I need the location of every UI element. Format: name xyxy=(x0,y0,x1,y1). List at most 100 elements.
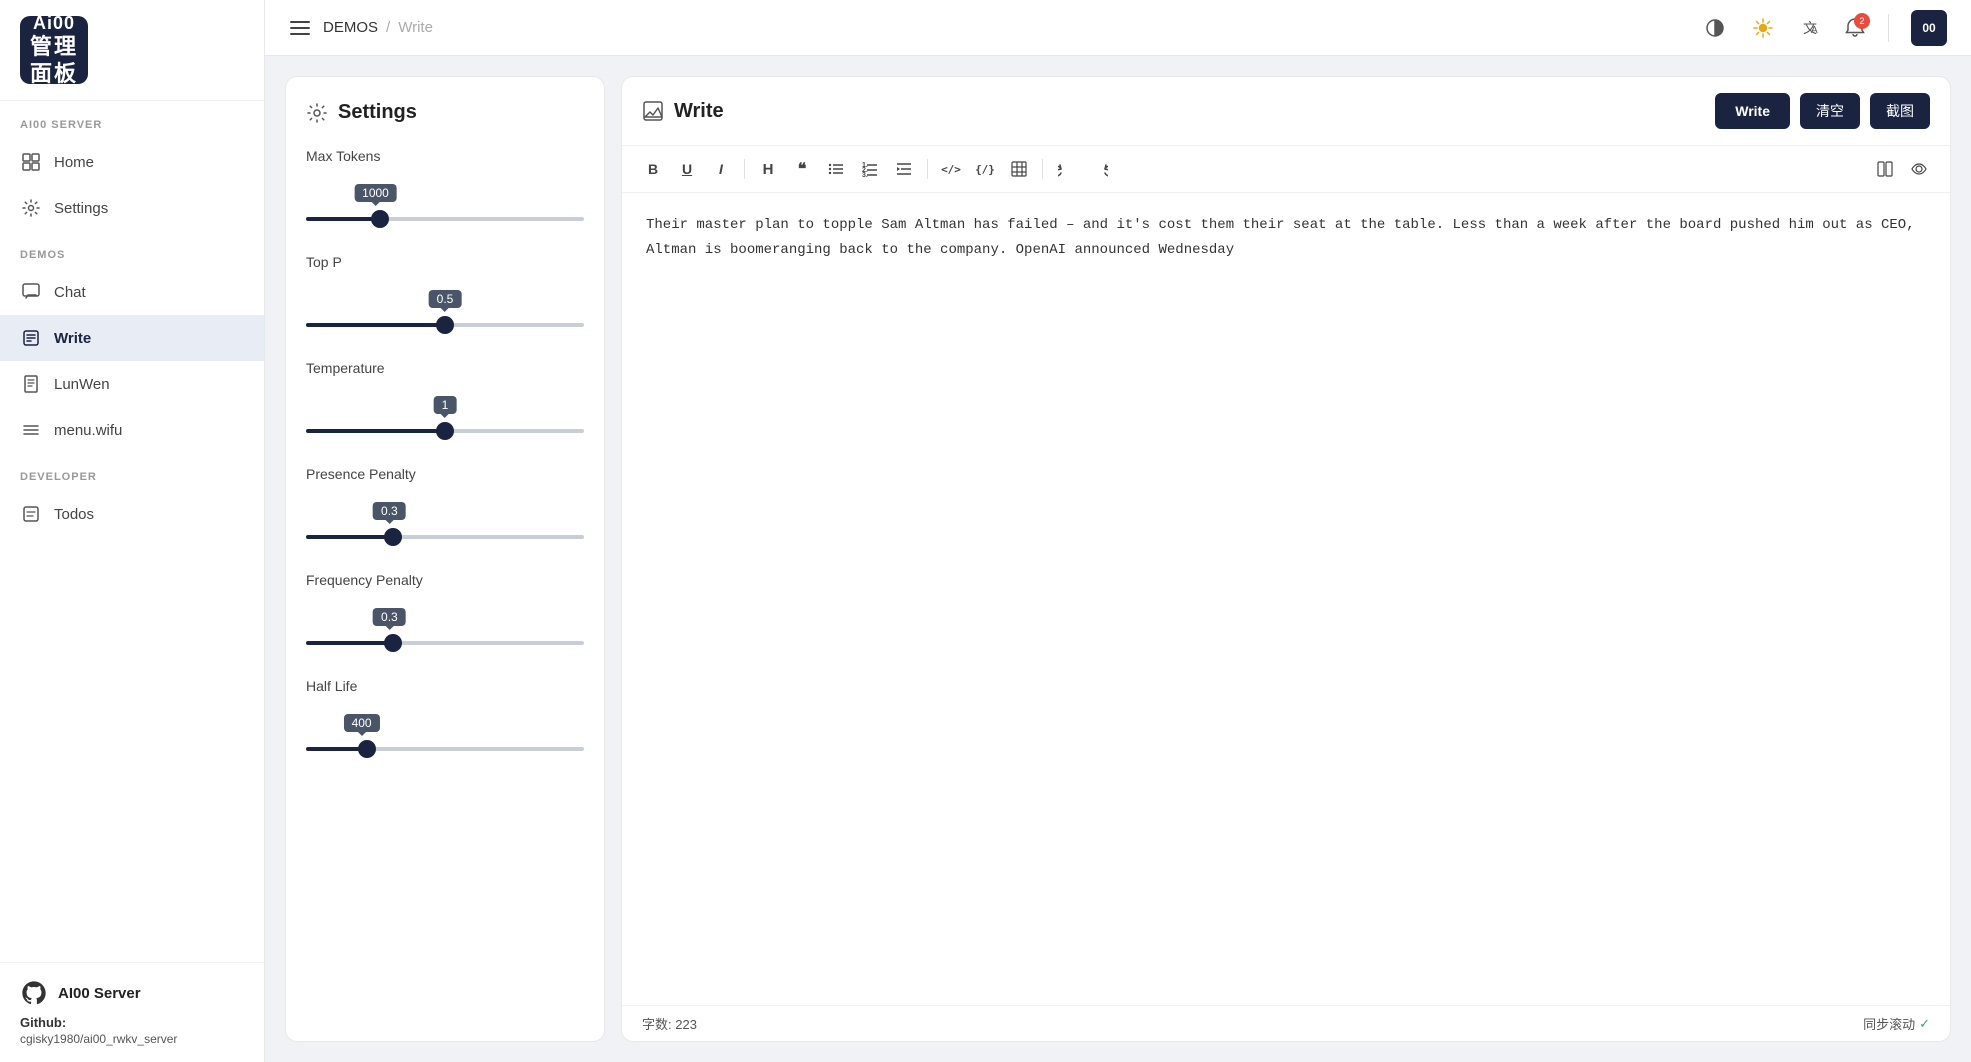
sidebar-item-lunwen[interactable]: LunWen xyxy=(0,361,264,407)
write-panel-actions: Write 清空 截图 xyxy=(1715,93,1930,129)
sidebar-item-write-label: Write xyxy=(54,330,91,347)
clear-button[interactable]: 清空 xyxy=(1800,93,1860,129)
heading-button[interactable]: H xyxy=(753,154,783,184)
contrast-icon-button[interactable] xyxy=(1700,13,1730,43)
breadcrumb-current: Write xyxy=(398,19,433,36)
view-split-button[interactable] xyxy=(1870,154,1900,184)
doc-icon xyxy=(20,373,42,395)
word-count-value: 223 xyxy=(675,1017,697,1032)
grid-icon xyxy=(20,151,42,173)
presence-penalty-bubble: 0.3 xyxy=(373,502,406,520)
sidebar-item-settings-label: Settings xyxy=(54,200,108,217)
translate-icon-button[interactable]: 文 A xyxy=(1796,13,1826,43)
sidebar-item-home-label: Home xyxy=(54,154,94,171)
logo-line2: 管理面板 xyxy=(20,34,88,87)
inline-code-button[interactable]: {/} xyxy=(970,154,1000,184)
redo-button[interactable] xyxy=(1085,154,1115,184)
word-count: 字数: 223 xyxy=(642,1014,697,1033)
sidebar-item-todos[interactable]: Todos xyxy=(0,491,264,537)
sidebar: Ai00 管理面板 AI00 SERVER Home Settings DEMO… xyxy=(0,0,265,1062)
sidebar-item-lunwen-label: LunWen xyxy=(54,376,110,393)
word-count-label: 字数: xyxy=(642,1017,672,1032)
quote-button[interactable]: ❝ xyxy=(787,154,817,184)
write-panel-title: Write xyxy=(674,100,724,123)
breadcrumb: DEMOS / Write xyxy=(323,19,1688,36)
half-life-bubble: 400 xyxy=(344,714,380,732)
half-life-group: Half Life 400 xyxy=(306,678,584,756)
half-life-container: 400 xyxy=(306,714,584,756)
avatar-button[interactable]: 00 xyxy=(1911,10,1947,46)
main-area: DEMOS / Write xyxy=(265,0,1971,1062)
half-life-slider[interactable] xyxy=(306,747,584,751)
frequency-penalty-slider[interactable] xyxy=(306,641,584,645)
sidebar-item-todos-label: Todos xyxy=(54,506,94,523)
notification-count: 2 xyxy=(1854,13,1870,29)
code-block-button[interactable]: </> xyxy=(936,154,966,184)
settings-gear-icon xyxy=(306,102,328,124)
github-icon xyxy=(20,979,48,1007)
view-preview-button[interactable] xyxy=(1904,154,1934,184)
write-panel-header: Write Write 清空 截图 xyxy=(622,77,1950,146)
svg-text:A: A xyxy=(1811,25,1818,36)
logo-line1: Ai00 xyxy=(33,13,75,35)
github-server-title: AI00 Server xyxy=(58,985,141,1002)
brightness-icon-button[interactable] xyxy=(1748,13,1778,43)
indent-button[interactable] xyxy=(889,154,919,184)
italic-button[interactable]: I xyxy=(706,154,736,184)
sidebar-item-menu-wifu-label: menu.wifu xyxy=(54,422,122,439)
settings-panel: Settings Max Tokens 1000 Top P 0.5 xyxy=(285,76,605,1042)
max-tokens-group: Max Tokens 1000 xyxy=(306,148,584,226)
breadcrumb-link[interactable]: DEMOS xyxy=(323,19,378,36)
toolbar-sep-2 xyxy=(927,159,928,179)
screenshot-button[interactable]: 截图 xyxy=(1870,93,1930,129)
bullet-list-button[interactable] xyxy=(821,154,851,184)
max-tokens-label: Max Tokens xyxy=(306,148,584,164)
top-p-slider[interactable] xyxy=(306,323,584,327)
write-panel-footer: 字数: 223 同步滚动 ✓ xyxy=(622,1005,1950,1041)
todo-icon xyxy=(20,503,42,525)
sidebar-item-settings[interactable]: Settings xyxy=(0,185,264,231)
menu-icon xyxy=(20,419,42,441)
settings-panel-header: Settings xyxy=(306,101,584,124)
topbar: DEMOS / Write xyxy=(265,0,1971,56)
section-label-developer: DEVELOPER xyxy=(0,453,264,491)
sidebar-item-chat[interactable]: Chat xyxy=(0,269,264,315)
write-icon xyxy=(20,327,42,349)
presence-penalty-group: Presence Penalty 0.3 xyxy=(306,466,584,544)
toolbar-sep-3 xyxy=(1042,159,1043,179)
top-p-group: Top P 0.5 xyxy=(306,254,584,332)
table-button[interactable] xyxy=(1004,154,1034,184)
temperature-group: Temperature 1 xyxy=(306,360,584,438)
max-tokens-slider[interactable] xyxy=(306,217,584,221)
section-label-server: AI00 SERVER xyxy=(0,101,264,139)
write-title-area: Write xyxy=(642,100,1703,123)
section-label-demos: DEMOS xyxy=(0,231,264,269)
editor-content[interactable]: Their master plan to topple Sam Altman h… xyxy=(622,193,1950,1005)
frequency-penalty-group: Frequency Penalty 0.3 xyxy=(306,572,584,650)
logo-box: Ai00 管理面板 xyxy=(20,16,88,84)
temperature-label: Temperature xyxy=(306,360,584,376)
menu-toggle-button[interactable] xyxy=(289,17,311,39)
sidebar-item-write[interactable]: Write xyxy=(0,315,264,361)
presence-penalty-container: 0.3 xyxy=(306,502,584,544)
ordered-list-button[interactable]: 1. 2. 3. xyxy=(855,154,885,184)
presence-penalty-label: Presence Penalty xyxy=(306,466,584,482)
max-tokens-container: 1000 xyxy=(306,184,584,226)
sync-scroll[interactable]: 同步滚动 ✓ xyxy=(1863,1014,1930,1033)
bold-button[interactable]: B xyxy=(638,154,668,184)
undo-button[interactable] xyxy=(1051,154,1081,184)
frequency-penalty-container: 0.3 xyxy=(306,608,584,650)
presence-penalty-slider[interactable] xyxy=(306,535,584,539)
write-panel-icon xyxy=(642,100,664,122)
write-button[interactable]: Write xyxy=(1715,93,1790,129)
sidebar-item-home[interactable]: Home xyxy=(0,139,264,185)
editor-toolbar: B U I H ❝ xyxy=(622,146,1950,193)
max-tokens-bubble: 1000 xyxy=(354,184,397,202)
notification-button[interactable]: 2 xyxy=(1844,17,1866,39)
write-panel: Write Write 清空 截图 B U I H ❝ xyxy=(621,76,1951,1042)
temperature-container: 1 xyxy=(306,396,584,438)
sidebar-item-menu-wifu[interactable]: menu.wifu xyxy=(0,407,264,453)
underline-button[interactable]: U xyxy=(672,154,702,184)
temperature-slider[interactable] xyxy=(306,429,584,433)
frequency-penalty-label: Frequency Penalty xyxy=(306,572,584,588)
